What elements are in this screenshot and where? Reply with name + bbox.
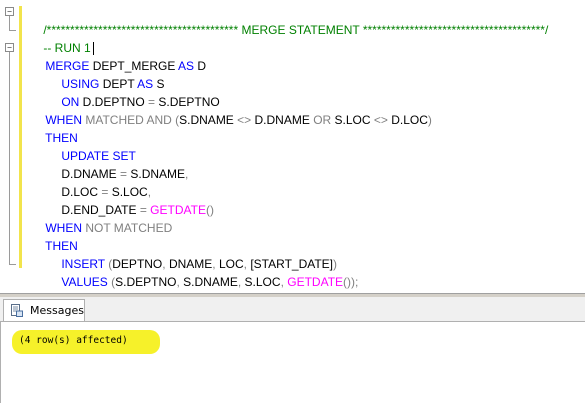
messages-document-icon: [11, 304, 23, 317]
identifier-text: D.LOC: [387, 113, 428, 127]
results-tabstrip: Messages: [0, 297, 585, 322]
identifier-text: S.DNAME: [179, 113, 238, 127]
identifier-text: S.DEPTNO: [115, 275, 177, 289]
code-line[interactable]: D.LOC = S.LOC,: [48, 165, 151, 199]
outline-line: [9, 16, 10, 30]
code-line[interactable]: -- RUN 1: [30, 21, 94, 56]
identifier-text: S.DNAME: [179, 275, 238, 289]
identifier-text: S.LOC: [331, 113, 374, 127]
operator-text: ,: [185, 167, 189, 181]
code-line[interactable]: /***************************************…: [30, 3, 548, 37]
outline-line: [9, 264, 16, 265]
code-line[interactable]: VALUES (S.DEPTNO, S.DNAME, S.LOC, GETDAT…: [48, 255, 358, 289]
outline-line: [9, 52, 10, 264]
operator-text: ): [427, 113, 432, 127]
collapse-toggle-icon[interactable]: −: [5, 43, 14, 52]
code-line[interactable]: THEN: [32, 219, 78, 253]
code-line[interactable]: THEN: [32, 111, 78, 145]
code-line[interactable]: UPDATE SET: [48, 129, 135, 163]
operator-text: <>: [237, 113, 252, 127]
identifier-text: D.DNAME: [251, 113, 314, 127]
message-text: (4 row(s) affected): [19, 335, 128, 346]
operator-text: (): [205, 203, 214, 217]
changed-lines-marker: [19, 40, 22, 268]
comment-text: /***************************************…: [43, 23, 549, 37]
results-pane: Messages (4 row(s) affected): [0, 297, 585, 403]
code-line[interactable]: INSERT (DEPTNO, DNAME, LOC, [START_DATE]…: [48, 237, 337, 271]
operator-text: MATCHED AND (: [82, 113, 180, 127]
function-getdate: GETDATE: [283, 275, 344, 289]
code-line[interactable]: USING DEPT AS S: [48, 57, 164, 91]
code-line[interactable]: WHEN NOT MATCHED: [32, 201, 172, 235]
identifier-text: S.LOC: [241, 275, 281, 289]
messages-panel[interactable]: (4 row(s) affected): [0, 322, 585, 403]
code-line[interactable]: D.DNAME = S.DNAME,: [48, 147, 188, 181]
tab-messages[interactable]: Messages: [3, 299, 85, 321]
operator-text: ());: [343, 275, 359, 289]
tab-messages-label: Messages: [30, 304, 84, 317]
code-line[interactable]: MERGE DEPT_MERGE AS D: [32, 39, 206, 73]
code-line[interactable]: ON D.DEPTNO = S.DEPTNO: [48, 75, 219, 109]
collapse-toggle-icon[interactable]: −: [5, 7, 14, 16]
query-editor[interactable]: − − /***********************************…: [0, 0, 585, 293]
operator-text: OR: [313, 113, 332, 127]
code-line[interactable]: D.END_DATE = GETDATE(): [48, 183, 214, 217]
changed-lines-marker: [19, 6, 22, 40]
keyword-as: AS: [178, 59, 195, 73]
keyword-values: VALUES: [61, 275, 108, 289]
operator-text: <>: [373, 113, 388, 127]
operator-text: NOT MATCHED: [82, 221, 173, 235]
code-line[interactable]: WHEN MATCHED AND (S.DNAME <> D.DNAME OR …: [32, 93, 432, 127]
outline-line: [9, 30, 16, 31]
identifier-text: D: [194, 59, 207, 73]
